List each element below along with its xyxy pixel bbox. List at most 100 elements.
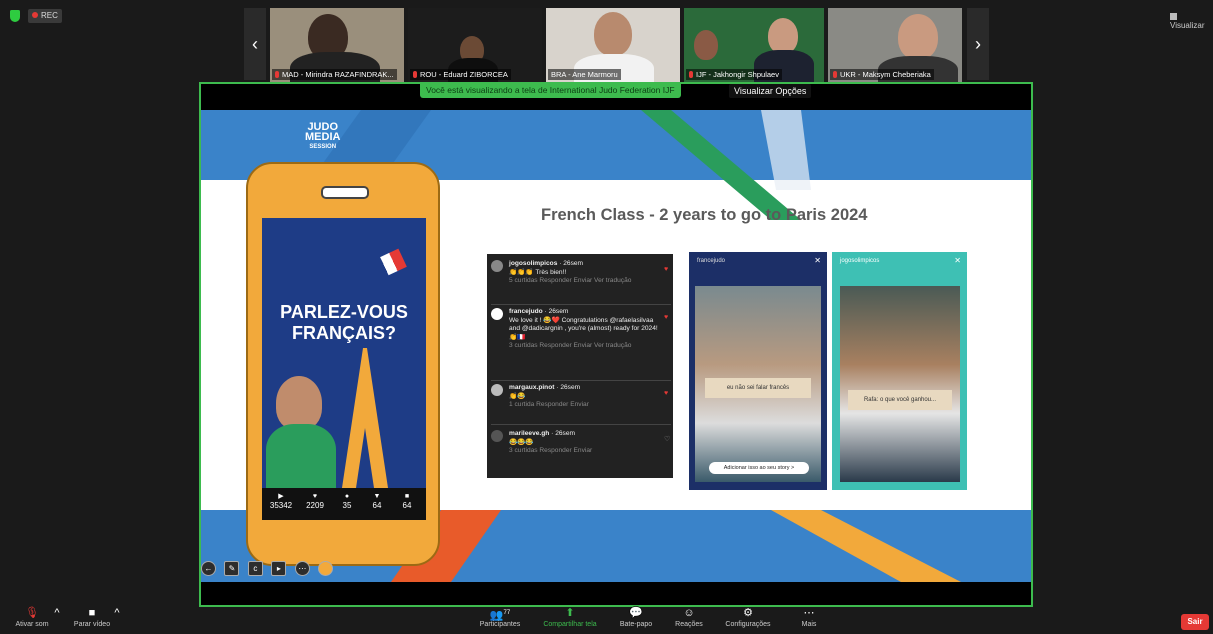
participant-name-text: ROU - Eduard ZIBORCEA	[420, 70, 508, 79]
video-options-caret[interactable]: ^	[112, 607, 122, 621]
story-photo: eu não sei falar francês Adicionar isso …	[695, 286, 821, 482]
send-icon: ▼	[373, 493, 381, 500]
participant-tile[interactable]: UKR - Maksym Cheberiaka	[828, 8, 962, 82]
judo-media-logo: JUDO MEDIA SESSION	[305, 122, 340, 152]
settings-button[interactable]: ⚙ Configurações	[720, 607, 776, 628]
comment-meta: 3 curtidas Responder Enviar	[509, 447, 593, 454]
stat-value: 2209	[306, 501, 324, 510]
unmute-label: Ativar som	[15, 621, 49, 628]
phone-speaker	[321, 186, 369, 199]
comment-text: margaux.pinot · 26sem 👏😂 1 curtida Respond…	[509, 384, 589, 408]
stop-video-label: Parar vídeo	[73, 621, 111, 628]
eiffel-tower	[342, 348, 388, 488]
participant-video-2	[768, 18, 798, 54]
more-button[interactable]: ⋯ Mais	[794, 607, 824, 628]
view-button[interactable]: Visualizar	[1170, 12, 1213, 30]
rec-label: REC	[41, 11, 58, 20]
comment-meta: 3 curtidas Responder Enviar Ver tradução	[509, 342, 632, 349]
meeting-controls-bar: 🎙 Ativar som ^ ■ Parar vídeo ^ 👥77 Particip…	[0, 607, 1213, 634]
athlete-body	[266, 424, 336, 488]
story-user: jogosolimpicos	[840, 258, 880, 264]
comment-text: marileeve.gh · 26sem 😂😂😂 3 curtidas Respon…	[509, 430, 593, 454]
more-icon[interactable]: ⋯	[294, 561, 310, 577]
participant-name: IJF - Jakhongir Shpulaev	[686, 69, 782, 80]
participant-tile[interactable]: ROU - Eduard ZIBORCEA	[408, 8, 542, 82]
mic-muted-icon	[833, 71, 837, 78]
logo-line: MEDIA	[305, 131, 341, 143]
recording-indicator: REC	[28, 9, 62, 23]
french-flag	[371, 248, 407, 280]
presentation-slide: JUDO MEDIA SESSION French Class - 2 year…	[201, 110, 1031, 582]
chat-icon: 💬	[629, 607, 643, 619]
next-participants-button[interactable]: ›	[967, 8, 989, 80]
comment-user: jogosolimpicos	[509, 260, 558, 267]
comments-panel: jogosolimpicos · 26sem 👏👏👏 Très bien!! 5 c…	[487, 254, 673, 478]
comment-body: 😂😂😂	[509, 438, 534, 446]
participant-video	[898, 14, 938, 60]
reactions-button[interactable]: ☺ Reações	[672, 607, 706, 628]
captions-icon[interactable]: c	[247, 561, 263, 577]
comment-user: margaux.pinot	[509, 384, 555, 391]
participant-tile[interactable]: IJF - Jakhongir Shpulaev	[684, 8, 824, 82]
participants-label: Participantes	[479, 621, 521, 628]
chevron-up-icon: ^	[114, 607, 120, 619]
comment-user: marileeve.gh	[509, 430, 550, 437]
participant-tile[interactable]: MAD - Mirindra RAZAFINDRAK...	[270, 8, 404, 82]
heart-outline-icon: ♡	[664, 436, 671, 443]
back-arrow-icon[interactable]: ←	[201, 561, 216, 577]
security-shield-icon[interactable]	[10, 10, 20, 22]
unmute-button[interactable]: 🎙 Ativar som	[12, 607, 52, 628]
participants-button[interactable]: 👥77 Participantes	[474, 607, 526, 628]
audio-options-caret[interactable]: ^	[52, 607, 62, 621]
close-icon: ✕	[954, 256, 961, 265]
participant-tile[interactable]: BRA - Ane Marmoru	[546, 8, 680, 82]
stop-video-button[interactable]: ■ Parar vídeo	[70, 607, 114, 628]
comment-item: margaux.pinot · 26sem 👏😂 1 curtida Respond…	[491, 384, 671, 425]
heart-icon: ♥	[664, 266, 669, 273]
share-screen-icon: ⬆	[565, 607, 575, 619]
chat-label: Bate-papo	[619, 621, 653, 628]
heart-icon: ♥	[664, 314, 669, 321]
avatar	[491, 260, 503, 272]
logo-line: SESSION	[309, 144, 337, 150]
avatar[interactable]	[318, 561, 334, 577]
stat-shares: ▼ 64	[362, 492, 392, 510]
mic-muted-icon: 🎙	[25, 607, 39, 619]
story-caption: Rafa: o que você ganhou...	[848, 390, 952, 410]
story-user: francejudo	[697, 258, 726, 264]
participant-video	[594, 12, 632, 56]
more-label: Mais	[801, 621, 817, 628]
comment-time: 26sem	[555, 430, 575, 437]
share-banner: Você está visualizando a tela de Interna…	[420, 83, 681, 98]
pen-icon[interactable]: ✎	[224, 561, 240, 577]
share-screen-button[interactable]: ⬆ Compartilhar tela	[538, 607, 602, 628]
stat-likes: ♥ 2209	[300, 492, 330, 510]
comment-meta: 5 curtidas Responder Enviar Ver tradução	[509, 277, 632, 284]
ellipsis-icon: ⋯	[803, 607, 815, 619]
pointer-icon[interactable]: ▸	[271, 561, 287, 577]
view-options-button[interactable]: Visualizar Opções	[729, 84, 812, 98]
comment-meta: 1 curtida Responder Enviar	[509, 401, 589, 408]
heart-icon: ♥	[312, 493, 318, 500]
phone-illustration: PARLEZ-VOUS FRANÇAIS? ▶ 35342 ♥ 2209 ● 35 ▼…	[246, 162, 440, 566]
share-screen-label: Compartilhar tela	[543, 621, 597, 628]
participant-name: UKR - Maksym Cheberiaka	[830, 69, 934, 80]
stat-value: 64	[402, 501, 412, 510]
chevron-right-icon: ›	[975, 34, 981, 54]
phone-headline: PARLEZ-VOUS FRANÇAIS?	[280, 302, 408, 343]
comment-time: 26sem	[560, 384, 581, 391]
annotation-tools: ← ✎ c ▸ ⋯	[201, 560, 337, 580]
slide-title: French Class - 2 years to go to Paris 20…	[541, 206, 868, 224]
stat-value: 35342	[269, 501, 293, 510]
chat-button[interactable]: 💬 Bate-papo	[616, 607, 656, 628]
comment-text: francejudo · 26sem We love it ! 😂❤️ Congr…	[509, 308, 658, 349]
avatar	[491, 430, 503, 442]
participants-count: 77	[503, 610, 511, 616]
comment-item: marileeve.gh · 26sem 😂😂😂 3 curtidas Respon…	[491, 430, 671, 470]
story-photo: Rafa: o que você ganhou...	[840, 286, 960, 482]
reactions-label: Reações	[675, 621, 703, 628]
participant-name: BRA - Ane Marmoru	[548, 69, 621, 80]
athlete-head	[276, 376, 322, 430]
prev-participants-button[interactable]: ‹	[244, 8, 266, 80]
leave-button[interactable]: Sair	[1181, 614, 1209, 630]
